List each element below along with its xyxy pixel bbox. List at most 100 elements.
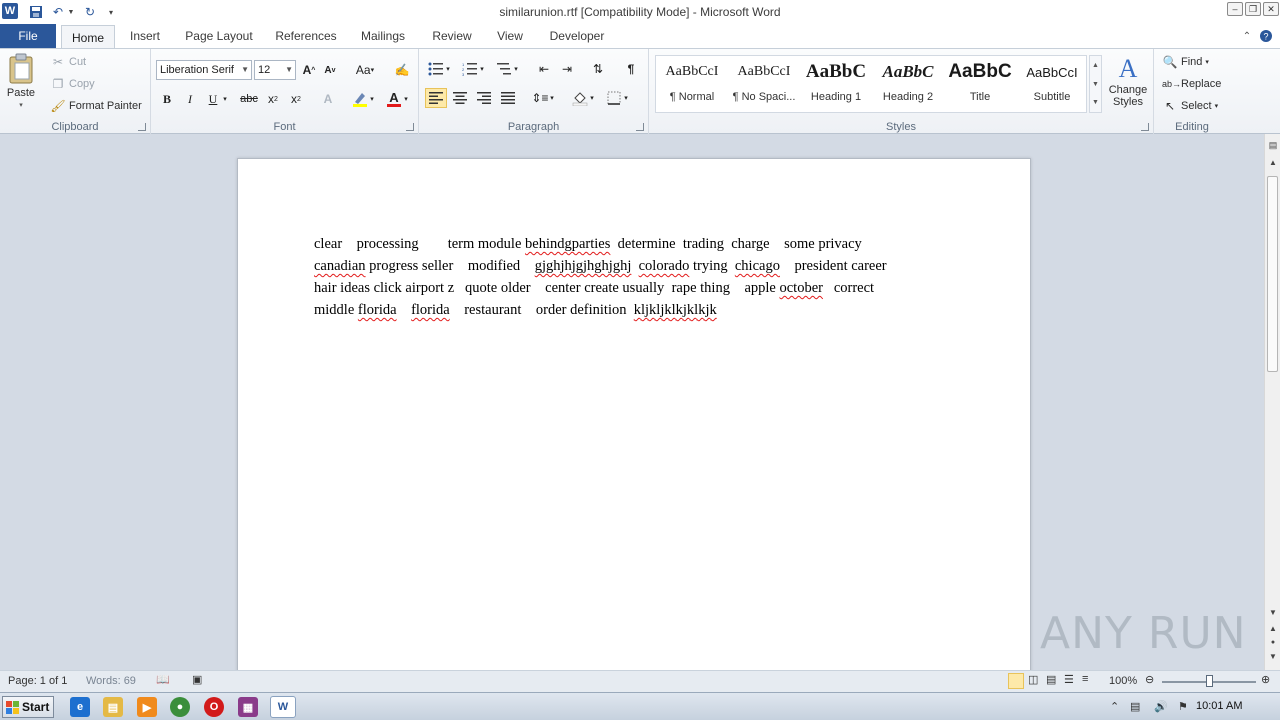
borders-dropdown-icon[interactable]: ▾ — [621, 88, 631, 108]
start-button[interactable]: Start — [2, 696, 54, 718]
network-icon[interactable]: ▤ — [1130, 700, 1140, 713]
opera-icon[interactable]: O — [204, 697, 224, 717]
misspelled-word[interactable]: behindgparties — [525, 236, 610, 252]
copy-button[interactable]: ❐ Copy — [50, 76, 95, 92]
minimize-ribbon-icon[interactable]: ⌃ — [1240, 27, 1254, 45]
show-formatting-marks-icon[interactable]: ¶ — [620, 59, 642, 79]
select-button[interactable]: ↖ Select ▾ — [1162, 98, 1218, 114]
document-page[interactable]: clear processing term module behindgpart… — [237, 158, 1031, 670]
font-launcher-icon[interactable] — [406, 123, 414, 131]
scroll-thumb[interactable] — [1267, 176, 1278, 372]
help-icon[interactable]: ? — [1258, 27, 1274, 45]
scroll-down-icon[interactable]: ▼ — [1267, 606, 1279, 620]
document-line[interactable]: clear processing term module behindgpart… — [314, 236, 862, 253]
volume-icon[interactable]: 🔊 — [1154, 700, 1168, 713]
scroll-up-icon[interactable]: ▲ — [1267, 156, 1279, 170]
find-button[interactable]: 🔍 Find ▾ — [1162, 54, 1209, 70]
misspelled-word[interactable]: october — [779, 280, 822, 296]
misspelled-word[interactable]: florida — [358, 302, 397, 318]
tab-references[interactable]: References — [270, 24, 342, 48]
align-center-icon[interactable] — [449, 88, 471, 108]
clear-formatting-icon[interactable]: ✍ — [391, 60, 413, 80]
outline-view-icon[interactable]: ☰ — [1064, 673, 1074, 686]
print-layout-view-icon[interactable] — [1008, 673, 1024, 689]
increase-indent-icon[interactable]: ⇥ — [556, 59, 578, 79]
style-no-spacing[interactable]: AaBbCcI ¶ No Spaci... — [728, 56, 800, 112]
media-player-icon[interactable]: ▶ — [137, 697, 157, 717]
change-styles-button[interactable]: A Change Styles — [1106, 53, 1150, 108]
tab-developer[interactable]: Developer — [542, 24, 612, 48]
superscript-icon[interactable]: x2 — [285, 89, 307, 109]
macro-recording-icon[interactable]: ▣ — [192, 673, 202, 686]
decrease-indent-icon[interactable]: ⇤ — [533, 59, 555, 79]
document-line[interactable]: hair ideas click airport z quote older c… — [314, 280, 874, 297]
paste-dropdown-icon[interactable]: ▾ — [19, 101, 23, 109]
misspelled-word[interactable]: canadian — [314, 258, 366, 274]
highlight-dropdown-icon[interactable]: ▾ — [367, 89, 377, 109]
clipboard-launcher-icon[interactable] — [138, 123, 146, 131]
misspelled-word[interactable]: colorado — [639, 258, 690, 274]
action-center-flag-icon[interactable]: ⚑ — [1178, 700, 1188, 713]
previous-page-icon[interactable]: ▲ — [1267, 622, 1279, 636]
restore-icon[interactable]: ❐ — [1245, 2, 1261, 16]
internet-explorer-icon[interactable]: e — [70, 697, 90, 717]
word-taskbar-button[interactable]: W — [270, 696, 296, 718]
misspelled-word[interactable]: gjghjhjgjhghjghj — [535, 258, 632, 274]
text-effects-icon[interactable]: A — [317, 89, 339, 109]
tab-home[interactable]: Home — [61, 25, 115, 49]
underline-dropdown-icon[interactable]: ▾ — [220, 89, 230, 109]
align-right-icon[interactable] — [473, 88, 495, 108]
bold-icon[interactable]: B — [156, 89, 178, 109]
web-layout-icon[interactable]: ▤ — [1046, 673, 1056, 686]
styles-launcher-icon[interactable] — [1141, 123, 1149, 131]
tab-view[interactable]: View — [490, 24, 530, 48]
tab-insert[interactable]: Insert — [122, 24, 168, 48]
misspelled-word[interactable]: florida — [411, 302, 450, 318]
shading-dropdown-icon[interactable]: ▾ — [587, 88, 597, 108]
shrink-font-icon[interactable]: Av — [319, 60, 341, 80]
close-icon[interactable]: ✕ — [1263, 2, 1279, 16]
font-color-dropdown-icon[interactable]: ▾ — [401, 89, 411, 109]
styles-more-icon[interactable]: ▼ — [1090, 94, 1101, 112]
file-explorer-icon[interactable]: ▤ — [103, 697, 123, 717]
styles-scroll-up-icon[interactable]: ▲ — [1090, 56, 1101, 75]
select-browse-object-icon[interactable]: ● — [1267, 636, 1279, 650]
change-case-button[interactable]: Aa ▾ — [351, 60, 379, 80]
styles-gallery-scroll[interactable]: ▲ ▼ ▼ — [1089, 55, 1102, 113]
ruler-toggle-icon[interactable]: ▤ — [1267, 138, 1279, 152]
bullets-dropdown-icon[interactable]: ▾ — [443, 59, 453, 79]
chrome-icon[interactable]: ● — [170, 697, 190, 717]
page-count[interactable]: Page: 1 of 1 — [8, 675, 67, 687]
full-screen-reading-icon[interactable]: ◫ — [1028, 673, 1038, 686]
vertical-scrollbar[interactable]: ▤ ▲ ▼ ▲ ● ▼ — [1264, 134, 1280, 670]
zoom-level[interactable]: 100% — [1109, 675, 1137, 687]
style-subtitle[interactable]: AaBbCcI Subtitle — [1016, 56, 1088, 112]
replace-button[interactable]: ab→ Replace — [1162, 76, 1221, 92]
style-normal[interactable]: AaBbCcI ¶ Normal — [656, 56, 728, 112]
tab-file[interactable]: File — [0, 24, 56, 48]
misspelled-word[interactable]: chicago — [735, 258, 780, 274]
document-line[interactable]: canadian progress seller modified gjghjh… — [314, 258, 887, 275]
multilevel-dropdown-icon[interactable]: ▾ — [511, 59, 521, 79]
draft-view-icon[interactable]: ≡ — [1082, 673, 1088, 685]
font-name-combo[interactable]: Liberation Serif ▼ — [156, 60, 252, 80]
format-painter-button[interactable]: 🖌 Format Painter — [50, 98, 141, 114]
grow-font-icon[interactable]: A ^ — [298, 60, 320, 80]
minimize-icon[interactable]: – — [1227, 2, 1243, 16]
next-page-icon[interactable]: ▼ — [1267, 650, 1279, 664]
style-heading-2[interactable]: AaBbC Heading 2 — [872, 56, 944, 112]
style-title[interactable]: AaBbC Title — [944, 56, 1016, 112]
proofing-icon[interactable]: 📖 — [156, 673, 170, 686]
misspelled-word[interactable]: kljkljklkjklkjk — [634, 302, 717, 318]
style-heading-1[interactable]: AaBbC Heading 1 — [800, 56, 872, 112]
winrar-icon[interactable]: ▦ — [238, 697, 258, 717]
word-count[interactable]: Words: 69 — [86, 675, 136, 687]
zoom-slider-thumb[interactable] — [1206, 675, 1213, 687]
tab-review[interactable]: Review — [424, 24, 480, 48]
italic-icon[interactable]: I — [179, 89, 201, 109]
numbering-dropdown-icon[interactable]: ▾ — [477, 59, 487, 79]
show-hidden-icons-icon[interactable]: ⌃ — [1110, 700, 1119, 713]
styles-scroll-down-icon[interactable]: ▼ — [1090, 75, 1101, 94]
subscript-icon[interactable]: x2 — [262, 89, 284, 109]
clock[interactable]: 10:01 AM — [1196, 700, 1242, 712]
